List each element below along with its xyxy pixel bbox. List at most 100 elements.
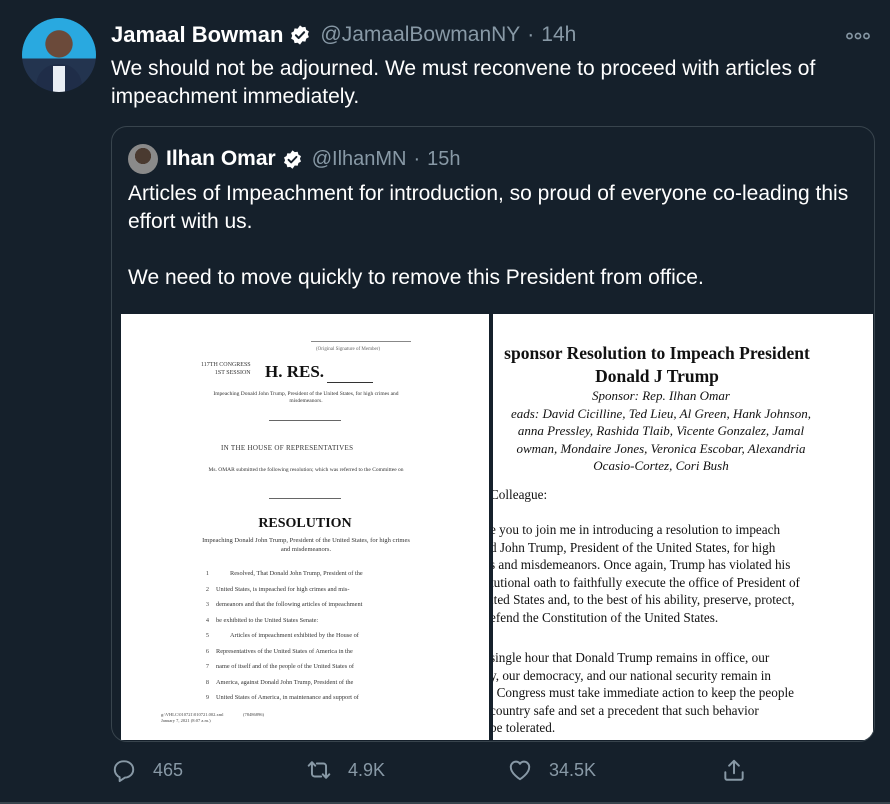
resolution-line: 3 demeanors and that the following articl… bbox=[199, 597, 419, 613]
letter-greeting: Colleague: bbox=[493, 487, 548, 502]
resolution-lines: 1 Resolved, That Donald John Trump, Presi… bbox=[199, 566, 419, 706]
letter-line: ited States and, to the best of his abil… bbox=[493, 592, 795, 607]
quoted-tweet-header: Ilhan Omar @IlhanMN · 15h bbox=[128, 144, 461, 174]
line-number: 2 bbox=[205, 585, 209, 593]
congress-session: 117TH CONGRESS 1ST SESSION bbox=[201, 361, 251, 377]
share-button[interactable] bbox=[721, 755, 747, 785]
line-text: name of itself and of the people of the … bbox=[216, 663, 354, 671]
resolution-document-image[interactable]: (Original Signature of Member) 117TH CON… bbox=[121, 314, 489, 740]
letter-line: s and misdemeanors. Once again, Trump ha… bbox=[493, 557, 791, 572]
resolution-subtitle: Impeaching Donald John Trump, President … bbox=[202, 537, 410, 553]
quoted-author-handle: @IlhanMN bbox=[311, 147, 407, 170]
tweet-time[interactable]: 14h bbox=[541, 23, 576, 47]
house-heading: IN THE HOUSE OF REPRESENTATIVES bbox=[221, 444, 354, 452]
document-footer: g:\VHLC\010721\010721.002.xml January 7,… bbox=[161, 712, 224, 724]
letter-line: y, our democracy, and our national secur… bbox=[493, 667, 771, 683]
reply-count: 465 bbox=[153, 759, 184, 780]
more-horizontal-icon[interactable] bbox=[846, 27, 870, 41]
letter-line: . Congress must take immediate action to… bbox=[493, 685, 794, 700]
resolution-line: 6 Representatives of the United States of… bbox=[199, 644, 419, 660]
line-number: 8 bbox=[205, 678, 209, 686]
line-number: 9 bbox=[205, 694, 209, 702]
resolution-line: 4 be exhibited to the United States Senat… bbox=[199, 613, 419, 629]
sponsor-names-line: owman, Mondaire Jones, Veronica Escobar,… bbox=[516, 440, 806, 456]
reply-icon bbox=[113, 760, 135, 783]
line-text: Resolved, That Donald John Trump, Presid… bbox=[230, 570, 363, 578]
tweet-header: Jamaal Bowman @JamaalBowmanNY · 14h bbox=[111, 20, 576, 50]
cosponsor-letter-image[interactable]: sponsor Resolution to Impeach President … bbox=[493, 314, 873, 740]
sponsor-names-line: Sponsor: Rep. Ilhan Omar bbox=[592, 388, 730, 403]
verified-badge-icon bbox=[283, 149, 301, 169]
letter-paragraph-1: e you to join me in introducing a resolu… bbox=[493, 521, 800, 626]
hres-label: H. RES. bbox=[265, 362, 325, 381]
line-text: demeanors and that the following article… bbox=[216, 601, 363, 609]
line-number: 3 bbox=[205, 601, 209, 609]
letter-line: d John Trump, President of the United St… bbox=[493, 539, 776, 555]
sponsor-names-line: eads: David Cicilline, Ted Lieu, Al Gree… bbox=[511, 405, 811, 421]
resolution-line: 7 name of itself and of the people of the… bbox=[199, 659, 419, 675]
quoted-paragraph-2: We need to move quickly to remove this P… bbox=[128, 266, 704, 289]
line-number: 6 bbox=[205, 647, 209, 655]
avatar[interactable] bbox=[22, 18, 96, 92]
line-text: America, against Donald John Trump, Pres… bbox=[216, 678, 354, 686]
resolution-heading: RESOLUTION bbox=[258, 516, 352, 531]
separator-dot: · bbox=[527, 23, 535, 46]
resolution-line: 5 Articles of impeachment exhibited by th… bbox=[199, 628, 419, 644]
quoted-author-name: Ilhan Omar bbox=[166, 147, 276, 170]
hres-number-line bbox=[327, 382, 373, 383]
heart-icon bbox=[509, 760, 531, 781]
letter-line: country safe and set a precedent that su… bbox=[493, 702, 759, 718]
like-button[interactable]: 34.5K bbox=[507, 755, 596, 785]
tweet: Jamaal Bowman @JamaalBowmanNY · 14h We s… bbox=[0, 0, 890, 804]
line-number: 7 bbox=[205, 663, 209, 671]
line-text: Representatives of the United States of … bbox=[216, 647, 353, 655]
letter-line: single hour that Donald Trump remains in… bbox=[493, 650, 770, 665]
separator-dot: · bbox=[413, 147, 421, 170]
sponsor-names-line: anna Pressley, Rashida Tlaib, Vicente Go… bbox=[517, 423, 805, 438]
letter-title-line-1: sponsor Resolution to Impeach President bbox=[504, 343, 810, 363]
line-text: United States, is impeached for high cri… bbox=[216, 585, 350, 593]
letter-paragraph-2: single hour that Donald Trump remains in… bbox=[493, 649, 794, 737]
resolution-line: 9 United States of America, in maintenanc… bbox=[199, 690, 419, 706]
signature-caption: (Original Signature of Member) bbox=[316, 347, 381, 352]
verified-badge-icon bbox=[291, 25, 310, 45]
resolution-line: 8 America, against Donald John Trump, Pre… bbox=[199, 675, 419, 691]
footer-code: (78486896) bbox=[243, 712, 264, 717]
author-name[interactable]: Jamaal Bowman bbox=[111, 22, 283, 48]
line-text: United States of America, in maintenance… bbox=[216, 694, 359, 702]
letter-line: efend the Constitution of the United Sta… bbox=[493, 609, 719, 625]
author-handle[interactable]: @JamaalBowmanNY bbox=[320, 23, 520, 47]
resolution-line: 1 Resolved, That Donald John Trump, Presi… bbox=[199, 566, 419, 582]
document-subtitle: Impeaching Donald John Trump, President … bbox=[213, 391, 399, 404]
letter-line: be tolerated. bbox=[493, 720, 556, 735]
divider bbox=[269, 420, 341, 421]
quoted-paragraph-1: Articles of Impeachment for introduction… bbox=[128, 182, 849, 233]
like-count: 34.5K bbox=[549, 759, 597, 780]
line-text: Articles of impeachment exhibited by the… bbox=[230, 632, 359, 640]
line-text: be exhibited to the United States Senate… bbox=[216, 616, 319, 624]
retweet-count: 4.9K bbox=[348, 759, 386, 780]
letter-title: sponsor Resolution to Impeach President … bbox=[493, 342, 827, 388]
line-number: 1 bbox=[205, 570, 209, 578]
retweet-button[interactable]: 4.9K bbox=[306, 755, 385, 785]
sponsor-names-line: Ocasio-Cortez, Cori Bush bbox=[593, 458, 729, 473]
congress-line: 117TH CONGRESS bbox=[201, 362, 251, 368]
quoted-avatar bbox=[128, 144, 158, 174]
quoted-tweet-text: Articles of Impeachment for introduction… bbox=[128, 180, 858, 292]
retweet-icon bbox=[307, 761, 331, 779]
tweet-actions: 465 4.9K 34.5K bbox=[0, 755, 890, 785]
submitted-by-line: Ms. OMAR submitted the following resolut… bbox=[208, 467, 404, 473]
resolution-line: 2 United States, is impeached for high cr… bbox=[199, 582, 419, 598]
letter-line: tutional oath to faithfully execute the … bbox=[493, 574, 800, 590]
letter-title-line-2: Donald J Trump bbox=[595, 366, 719, 386]
share-icon bbox=[724, 759, 744, 781]
quoted-media: (Original Signature of Member) 117TH CON… bbox=[121, 314, 873, 740]
footer-date: January 7, 2021 (8:07 a.m.) bbox=[161, 718, 211, 723]
signature-line bbox=[311, 341, 411, 342]
quoted-tweet-time: 15h bbox=[427, 147, 461, 170]
quoted-tweet[interactable]: Ilhan Omar @IlhanMN · 15h Articles of Im… bbox=[111, 126, 875, 742]
session-line: 1ST SESSION bbox=[214, 370, 251, 376]
reply-button[interactable]: 465 bbox=[111, 755, 183, 785]
divider bbox=[269, 498, 341, 499]
letter-line: e you to join me in introducing a resolu… bbox=[493, 522, 781, 537]
